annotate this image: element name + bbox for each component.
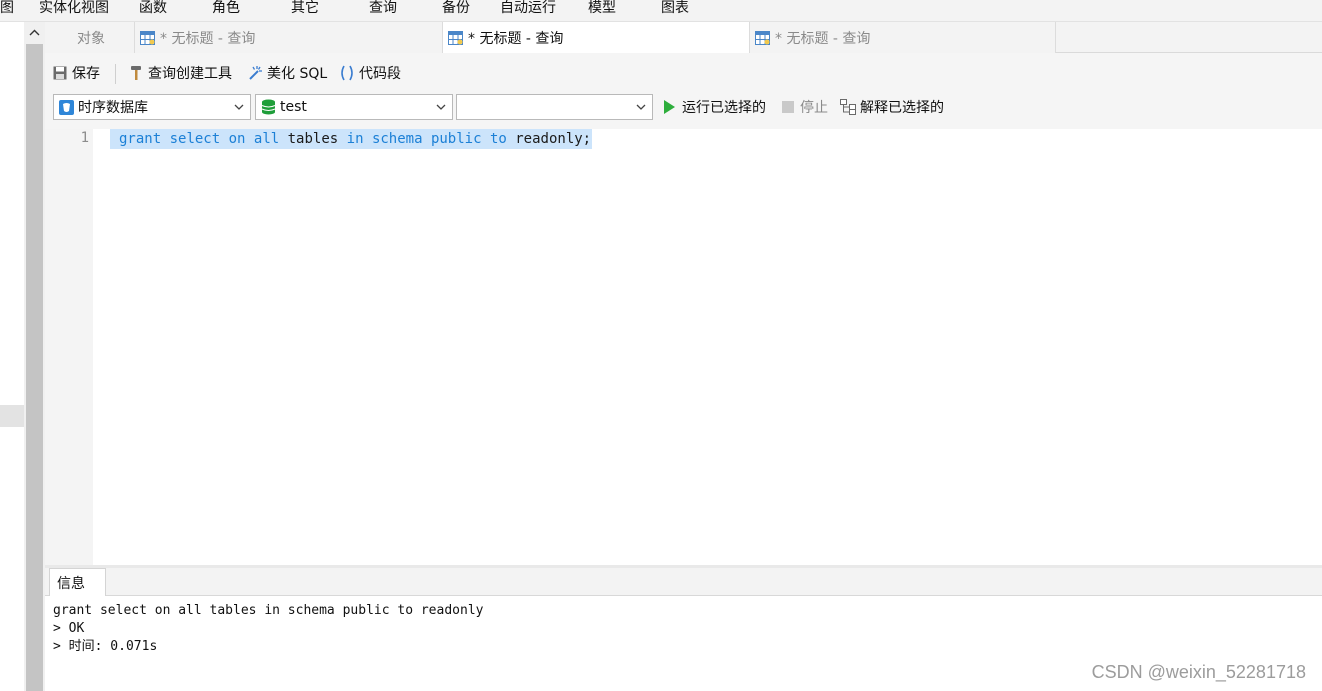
schema-select[interactable] <box>456 94 653 120</box>
query-table-icon <box>448 31 463 45</box>
sql-keyword: grant <box>119 131 162 147</box>
menu-bar: 图 实体化视图 函数 角色 其它 查询 备份 自动运行 模型 图表 <box>0 0 1322 22</box>
sql-keyword: public <box>430 131 482 147</box>
query-builder-label: 查询创建工具 <box>148 66 232 82</box>
scrollbar-thumb[interactable] <box>26 44 43 691</box>
tab-label: * 无标题 - 查询 <box>468 31 564 47</box>
navigation-scrollbar[interactable] <box>24 22 45 691</box>
play-icon <box>663 100 676 114</box>
magic-wand-icon <box>247 65 263 81</box>
explain-selected-button[interactable]: 解释已选择的 <box>840 93 944 121</box>
menu-item-chart[interactable]: 图表 <box>661 0 689 16</box>
tab-message-label: 信息 <box>57 576 85 592</box>
tab-query-1[interactable]: * 无标题 - 查询 <box>135 22 443 53</box>
query-table-icon <box>755 30 770 45</box>
sql-editor[interactable]: 1 grant select on all tables in schema p… <box>45 129 1322 565</box>
chevron-down-icon <box>434 99 448 115</box>
connection-icon <box>59 99 74 115</box>
tab-query-2[interactable]: * 无标题 - 查询 <box>443 22 750 54</box>
sql-text: readonly; <box>506 131 592 147</box>
sql-keyword: to <box>489 131 507 147</box>
database-icon <box>261 99 276 115</box>
code-snippet-button[interactable]: 代码段 <box>339 53 401 93</box>
sql-text: tables <box>279 131 347 147</box>
result-statement: grant select on all tables in schema pub… <box>53 603 484 618</box>
tab-objects[interactable]: 对象 <box>45 22 135 53</box>
run-selected-button[interactable]: 运行已选择的 <box>663 93 766 121</box>
tab-label: 对象 <box>77 30 105 47</box>
sql-keyword: select <box>169 131 221 147</box>
tab-label: * 无标题 - 查询 <box>775 30 871 47</box>
connection-value: 时序数据库 <box>78 100 148 116</box>
menu-item-view[interactable]: 图 <box>0 0 14 16</box>
tab-label: * 无标题 - 查询 <box>160 30 256 47</box>
results-tab-strip: 信息 <box>45 568 1322 597</box>
sql-keyword: on <box>228 131 246 147</box>
hammer-icon <box>129 65 143 81</box>
stop-icon <box>782 101 794 113</box>
code-line-selected[interactable]: grant select on all tables in schema pub… <box>110 129 593 149</box>
explain-selected-label: 解释已选择的 <box>860 100 944 116</box>
menu-item-function[interactable]: 函数 <box>139 0 167 16</box>
stop-label: 停止 <box>800 100 828 116</box>
tab-message[interactable]: 信息 <box>49 568 106 597</box>
sql-keyword: all <box>253 131 280 147</box>
line-number: 1 <box>80 130 89 146</box>
stop-button[interactable]: 停止 <box>782 93 828 121</box>
chevron-down-icon <box>232 99 246 115</box>
result-duration: > 时间: 0.071s <box>53 639 158 654</box>
connection-select[interactable]: 时序数据库 <box>53 94 251 120</box>
menu-item-automation[interactable]: 自动运行 <box>500 0 556 16</box>
beautify-sql-label: 美化 SQL <box>267 66 328 82</box>
menu-item-model[interactable]: 模型 <box>588 0 616 16</box>
explain-plan-icon <box>840 99 856 115</box>
toolbar-divider <box>115 64 116 84</box>
run-selected-label: 运行已选择的 <box>682 100 766 116</box>
save-icon <box>53 66 67 80</box>
database-select[interactable]: test <box>255 94 453 120</box>
line-number-gutter: 1 <box>45 129 93 565</box>
navigation-pane-selection[interactable] <box>0 405 24 427</box>
menu-item-materialized-view[interactable]: 实体化视图 <box>39 0 109 16</box>
query-builder-button[interactable]: 查询创建工具 <box>129 53 232 93</box>
database-value: test <box>280 99 307 115</box>
save-button[interactable]: 保存 <box>53 53 100 93</box>
tab-strip: 对象 * 无标题 - 查询 * 无标题 - 查询 * 无标题 - 查询 <box>45 22 1322 54</box>
chevron-down-icon <box>634 99 648 115</box>
navigation-pane <box>0 22 24 691</box>
code-snippet-label: 代码段 <box>359 66 401 82</box>
beautify-sql-button[interactable]: 美化 SQL <box>247 53 327 93</box>
tab-query-3[interactable]: * 无标题 - 查询 <box>750 22 1056 53</box>
save-label: 保存 <box>72 66 100 82</box>
menu-item-query[interactable]: 查询 <box>369 0 397 16</box>
result-status: > OK <box>53 621 85 636</box>
connection-bar: 时序数据库 test 运行已选择的 停止 解释已选择的 <box>45 93 1322 129</box>
menu-item-backup[interactable]: 备份 <box>442 0 470 16</box>
query-toolbar: 保存 查询创建工具 美化 SQL 代码段 <box>45 53 1322 93</box>
sql-keyword: schema <box>371 131 423 147</box>
scroll-up-arrow-icon[interactable] <box>24 22 45 42</box>
query-table-icon <box>140 30 155 45</box>
parentheses-icon <box>339 65 355 81</box>
sql-keyword: in <box>346 131 364 147</box>
menu-item-role[interactable]: 角色 <box>212 0 240 16</box>
watermark: CSDN @weixin_52281718 <box>1091 662 1306 682</box>
menu-item-other[interactable]: 其它 <box>291 0 319 16</box>
